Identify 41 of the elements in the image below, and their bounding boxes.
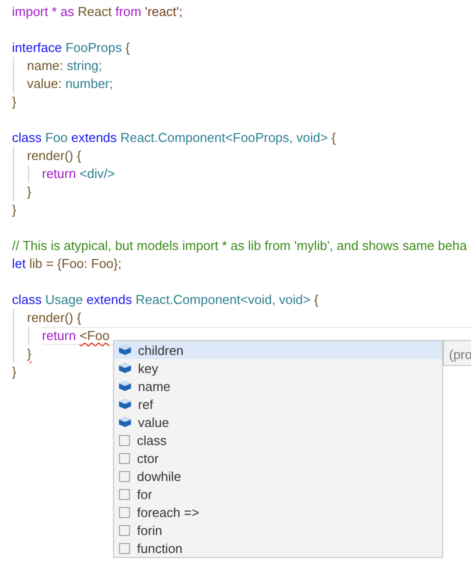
code-line: value: number; (27, 76, 114, 91)
code-line: let lib = {Foo: Foo}; (12, 256, 122, 271)
suggestion-item[interactable]: foreach => (114, 503, 442, 521)
suggestion-item[interactable]: key (114, 359, 442, 377)
snippet-icon (118, 542, 131, 554)
code-line: class Foo extends React.Component<FooProps, void> { (12, 130, 336, 145)
cube-icon (118, 380, 132, 392)
suggestion-item[interactable]: for (114, 485, 442, 503)
code-line: return <Foo (42, 328, 110, 343)
cube-icon (118, 398, 132, 410)
snippet-icon (118, 488, 131, 500)
cube-icon (118, 344, 132, 356)
cube-icon (118, 416, 132, 428)
code-line: class Usage extends React.Component<void, void> { (12, 292, 318, 307)
code-line: } (12, 364, 16, 379)
suggestion-item[interactable]: class (114, 431, 442, 449)
suggestion-item[interactable]: ref (114, 395, 442, 413)
code-line: // This is atypical, but models import * as lib from 'mylib', and shows same beha (12, 238, 467, 253)
snippet-icon (118, 470, 131, 482)
suggestion-item[interactable]: children (114, 341, 442, 359)
code-line: } (12, 94, 16, 109)
code-line: } (12, 202, 16, 217)
code-line: } (27, 346, 32, 361)
code-line: interface FooProps { (12, 40, 130, 55)
snippet-icon (118, 506, 131, 518)
code-line: render() { (27, 310, 82, 325)
suggestion-item[interactable]: name (114, 377, 442, 395)
suggestion-item[interactable]: forin (114, 521, 442, 539)
suggestion-item[interactable]: ctor (114, 449, 442, 467)
suggestion-item[interactable]: value (114, 413, 442, 431)
code-line: render() { (27, 148, 82, 163)
suggestion-item[interactable]: function (114, 539, 442, 557)
suggestion-item[interactable]: dowhile (114, 467, 442, 485)
cube-icon (118, 362, 132, 374)
code-line: } (27, 184, 32, 199)
code-line: import * as React from 'react'; (12, 4, 182, 19)
code-line: return <div/> (42, 166, 115, 181)
snippet-icon (118, 524, 131, 536)
snippet-icon (118, 434, 131, 446)
code-line: name: string; (27, 58, 102, 73)
snippet-icon (118, 452, 131, 464)
